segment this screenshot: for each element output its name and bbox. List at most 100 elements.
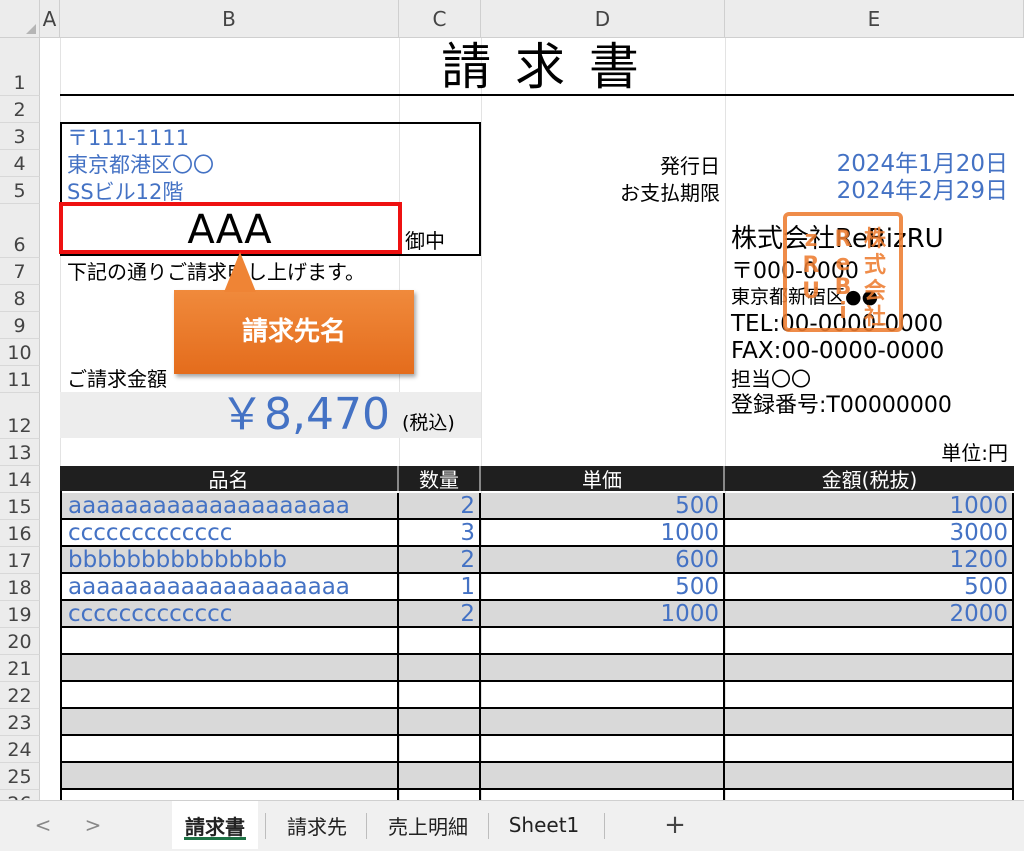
table-cell-amount[interactable]: 1200 bbox=[725, 547, 1014, 574]
table-cell-amount[interactable]: 500 bbox=[725, 574, 1014, 601]
column-header-b[interactable]: B bbox=[60, 0, 399, 38]
issuer-fax: FAX:00-0000-0000 bbox=[731, 338, 945, 364]
svg-text:株: 株 bbox=[864, 227, 887, 252]
table-cell-item[interactable]: ccccccccccccc bbox=[62, 520, 399, 547]
row-header[interactable]: 15 bbox=[0, 493, 40, 520]
table-header-amount: 金額(税抜) bbox=[725, 466, 1014, 492]
table-cell-empty[interactable] bbox=[399, 736, 481, 763]
table-cell-empty[interactable] bbox=[399, 790, 481, 800]
sheet-tab-sales[interactable]: 売上明細 bbox=[372, 801, 484, 849]
table-cell-unit-price[interactable]: 600 bbox=[481, 547, 725, 574]
table-cell-amount[interactable]: 2000 bbox=[725, 601, 1014, 628]
table-cell-unit-price[interactable]: 1000 bbox=[481, 601, 725, 628]
table-cell-empty[interactable] bbox=[399, 709, 481, 736]
row-header[interactable]: 18 bbox=[0, 574, 40, 601]
table-cell-empty[interactable] bbox=[62, 628, 399, 655]
table-cell-unit-price[interactable]: 500 bbox=[481, 574, 725, 601]
table-cell-amount[interactable]: 3000 bbox=[725, 520, 1014, 547]
table-cell-empty[interactable] bbox=[62, 763, 399, 790]
row-header[interactable]: 3 bbox=[0, 123, 40, 150]
table-cell-empty[interactable] bbox=[62, 682, 399, 709]
row-header[interactable]: 13 bbox=[0, 439, 40, 466]
column-header-e[interactable]: E bbox=[725, 0, 1024, 38]
table-cell-empty[interactable] bbox=[62, 790, 399, 800]
issue-date[interactable]: 2024年1月20日 bbox=[760, 153, 1008, 176]
row-header[interactable]: 9 bbox=[0, 312, 40, 339]
next-sheet-button[interactable]: > bbox=[78, 801, 108, 849]
table-cell-empty[interactable] bbox=[725, 628, 1014, 655]
table-cell-unit-price[interactable]: 500 bbox=[481, 493, 725, 520]
row-header[interactable]: 26 bbox=[0, 790, 40, 800]
table-cell-empty[interactable] bbox=[481, 736, 725, 763]
table-cell-qty[interactable]: 1 bbox=[399, 574, 481, 601]
table-header-qty: 数量 bbox=[399, 466, 481, 492]
table-cell-qty[interactable]: 2 bbox=[399, 601, 481, 628]
table-cell-empty[interactable] bbox=[725, 709, 1014, 736]
table-cell-empty[interactable] bbox=[725, 763, 1014, 790]
row-header[interactable]: 22 bbox=[0, 682, 40, 709]
table-cell-empty[interactable] bbox=[725, 682, 1014, 709]
column-header-d[interactable]: D bbox=[481, 0, 725, 38]
row-header[interactable]: 23 bbox=[0, 709, 40, 736]
row-header[interactable]: 5 bbox=[0, 177, 40, 204]
column-header-c[interactable]: C bbox=[399, 0, 481, 38]
table-cell-empty[interactable] bbox=[481, 790, 725, 800]
select-all-corner[interactable] bbox=[0, 0, 40, 38]
table-cell-empty[interactable] bbox=[481, 763, 725, 790]
row-header[interactable]: 17 bbox=[0, 547, 40, 574]
table-cell-qty[interactable]: 2 bbox=[399, 493, 481, 520]
table-cell-item[interactable]: aaaaaaaaaaaaaaaaaaaa bbox=[62, 493, 399, 520]
row-header[interactable]: 6 bbox=[0, 204, 40, 258]
row-header[interactable]: 14 bbox=[0, 466, 40, 493]
table-cell-empty[interactable] bbox=[725, 655, 1014, 682]
title-underline bbox=[60, 94, 1014, 96]
table-cell-item[interactable]: aaaaaaaaaaaaaaaaaaaa bbox=[62, 574, 399, 601]
seal-graphic: 株 式 会 社 R e B i z R U bbox=[802, 227, 887, 328]
row-header[interactable]: 4 bbox=[0, 150, 40, 177]
row-header[interactable]: 25 bbox=[0, 763, 40, 790]
table-cell-qty[interactable]: 2 bbox=[399, 547, 481, 574]
table-cell-empty[interactable] bbox=[399, 628, 481, 655]
row-header[interactable]: 19 bbox=[0, 601, 40, 628]
sheet-tab-sheet1[interactable]: Sheet1 bbox=[494, 801, 594, 849]
table-cell-qty[interactable]: 3 bbox=[399, 520, 481, 547]
due-date[interactable]: 2024年2月29日 bbox=[760, 180, 1008, 203]
table-cell-empty[interactable] bbox=[481, 655, 725, 682]
table-cell-empty[interactable] bbox=[481, 709, 725, 736]
table-cell-empty[interactable] bbox=[62, 655, 399, 682]
sheet-tab-invoice[interactable]: 請求書 bbox=[172, 801, 258, 849]
svg-text:R: R bbox=[835, 227, 852, 252]
tab-separator bbox=[265, 813, 266, 839]
table-cell-empty[interactable] bbox=[725, 790, 1014, 800]
row-header[interactable]: 10 bbox=[0, 339, 40, 366]
spreadsheet-grid[interactable]: A B C D E 1 2 3 4 5 6 7 8 9 10 11 12 13 … bbox=[0, 0, 1024, 800]
row-header[interactable]: 21 bbox=[0, 655, 40, 682]
svg-text:e: e bbox=[836, 251, 851, 276]
row-header[interactable]: 16 bbox=[0, 520, 40, 547]
table-cell-empty[interactable] bbox=[399, 655, 481, 682]
row-header[interactable]: 1 bbox=[0, 38, 40, 96]
table-cell-empty[interactable] bbox=[481, 628, 725, 655]
table-cell-empty[interactable] bbox=[62, 736, 399, 763]
table-cell-unit-price[interactable]: 1000 bbox=[481, 520, 725, 547]
sheet-tab-client[interactable]: 請求先 bbox=[272, 801, 362, 849]
table-cell-amount[interactable]: 1000 bbox=[725, 493, 1014, 520]
table-cell-empty[interactable] bbox=[399, 763, 481, 790]
row-header[interactable]: 12 bbox=[0, 393, 40, 439]
table-cell-item[interactable]: bbbbbbbbbbbbbbb bbox=[62, 547, 399, 574]
row-header[interactable]: 2 bbox=[0, 96, 40, 123]
row-header[interactable]: 8 bbox=[0, 285, 40, 312]
row-header[interactable]: 20 bbox=[0, 628, 40, 655]
table-cell-empty[interactable] bbox=[399, 682, 481, 709]
add-sheet-button[interactable]: + bbox=[655, 801, 695, 849]
table-header-item: 品名 bbox=[60, 466, 399, 492]
row-header[interactable]: 7 bbox=[0, 258, 40, 285]
row-header[interactable]: 11 bbox=[0, 366, 40, 393]
row-header[interactable]: 24 bbox=[0, 736, 40, 763]
table-cell-empty[interactable] bbox=[481, 682, 725, 709]
table-cell-item[interactable]: ccccccccccccc bbox=[62, 601, 399, 628]
table-cell-empty[interactable] bbox=[62, 709, 399, 736]
table-cell-empty[interactable] bbox=[725, 736, 1014, 763]
column-header-a[interactable]: A bbox=[40, 0, 60, 38]
prev-sheet-button[interactable]: < bbox=[28, 801, 58, 849]
